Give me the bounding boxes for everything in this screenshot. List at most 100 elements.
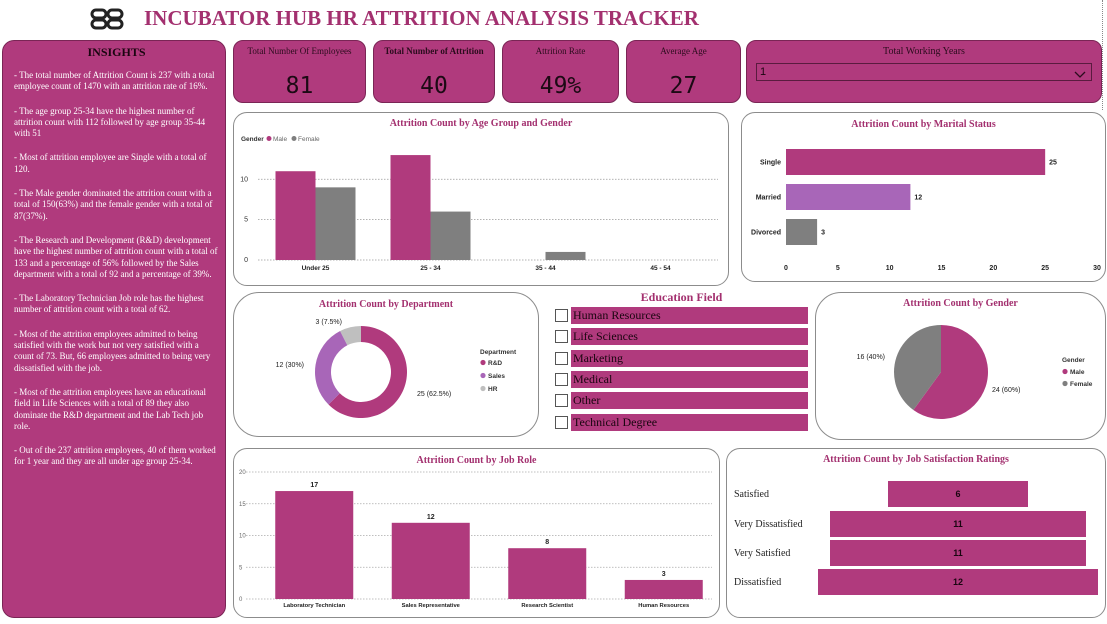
y-tick-label: 0 [244,257,248,264]
funnel-category-label: Satisfied [734,489,769,500]
job-role-chart-card: Attrition Count by Job Role 0 5 10 15 20 17 La… [233,448,720,618]
legend-label: HR [488,386,498,393]
data-label: 3 (7.5%) [316,319,342,326]
funnel-category-label: Very Dissatisfied [734,519,803,530]
x-tick-label: 35 - 44 [535,265,556,272]
dropdown-value: 1 [760,66,767,78]
education-option[interactable]: Human Resources [555,307,808,324]
x-tick-label: Sales Representative [402,603,461,609]
legend-label: Female [298,136,320,143]
checkbox[interactable] [555,394,568,408]
bar-female [430,211,471,260]
y-tick-label: 5 [244,217,248,224]
insight-item: - The total number of Attrition Count is… [14,70,215,92]
funnel-bar: 11 [829,511,1087,537]
legend-label: Sales [488,373,505,380]
slicer-label: Total Working Years [883,46,965,57]
data-label: 12 [914,195,922,202]
x-tick-label: Research Scientist [521,603,573,609]
education-option[interactable]: Life Sciences [555,328,808,346]
insight-item: - Out of the 237 attrition employees, 40… [14,445,216,467]
y-tick-label: 0 [239,597,243,603]
data-label: 8 [545,539,549,546]
bar-male [390,155,431,260]
marital-chart-card: Attrition Count by Marital Status Single… [741,112,1106,282]
x-tick-label: 5 [836,265,840,272]
legend-swatch [480,359,486,366]
marital-chart: Single 25Married 12Divorced 30 5 10 15 20 25 30 [751,149,1101,272]
kpi-value: 40 [420,73,448,99]
working-years-slicer: Total Working Years 1 [746,40,1102,103]
kpi-value: 27 [669,73,698,99]
bar [275,491,354,599]
bar-female [545,251,586,260]
legend-title: Gender [241,136,264,143]
legend-title: Department [480,349,517,356]
working-years-dropdown[interactable]: 1 [756,63,1092,81]
education-option[interactable]: Marketing [555,349,808,367]
donut-slice [315,331,348,405]
checkbox[interactable] [555,372,568,386]
data-label: 3 [821,230,825,237]
x-tick-label: Human Resources [638,603,689,609]
y-tick-label: 5 [239,565,243,571]
chevron-down-icon [1074,67,1086,85]
education-option-label: Other [571,392,808,410]
y-tick-label: 10 [239,534,246,540]
education-option[interactable]: Medical [555,370,808,388]
bar [391,522,470,599]
bar-male [275,171,316,260]
education-field-title: Education Field [640,290,723,304]
checkbox[interactable] [555,330,568,344]
checkbox[interactable] [555,351,568,365]
kpi-value: 81 [285,73,314,99]
bar [624,579,703,599]
kpi-label: Total Number of Attrition [384,46,484,56]
insight-item: - The Male gender dominated the attritio… [14,188,213,221]
kpi-label: Total Number Of Employees [247,46,352,56]
education-option-label: Technical Degree [571,413,808,431]
y-tick-label: Married [756,195,781,202]
education-option-label: Marketing [571,349,808,367]
legend-swatch [480,372,486,379]
education-option[interactable]: Technical Degree [555,413,808,431]
legend-swatch [1062,368,1068,375]
funnel-category-label: Dissatisfied [734,577,782,588]
kpi-value: 49% [539,73,582,99]
data-label: 12 (30%) [276,362,304,369]
insight-item: - The age group 25-34 have the highest n… [14,105,206,139]
y-tick-label: Divorced [751,230,781,237]
legend-label: Female [1070,381,1093,388]
data-label: 3 [662,571,666,578]
bar [508,548,587,599]
insights-panel: INSIGHTS - The total number of Attrition… [2,40,226,618]
gender-chart-card: Attrition Count by Gender 24 (60%) 16 (40… [815,292,1106,440]
x-tick-label: 20 [989,265,997,272]
kpi-total-employees: Total Number Of Employees 81 [233,40,366,103]
legend-swatch [480,385,486,392]
y-tick-label: 20 [239,470,246,476]
x-tick-label: Under 25 [302,265,330,272]
insights-heading: INSIGHTS [87,45,146,59]
department-chart-card: Attrition Count by Department 25 (62.5%)… [233,292,539,437]
education-option[interactable]: Other [555,392,808,410]
gender-chart: 24 (60%) 16 (40%) Gender Male Female [857,325,1093,419]
insight-item: - The Research and Development (R&D) dev… [14,234,218,279]
legend-swatch [266,136,272,141]
chart-title: Attrition Count by Job Satisfaction Rati… [823,454,1009,465]
app-logo [90,8,126,30]
x-tick-label: 25 [1041,265,1049,272]
checkbox[interactable] [555,309,568,322]
data-label: 25 [1049,160,1057,167]
kpi-label: Average Age [660,46,707,56]
funnel-category-label: Very Satisfied [734,548,791,559]
data-label: 16 (40%) [857,354,885,361]
y-tick-label: 15 [239,502,246,508]
job-role-chart: 0 5 10 15 20 17 Laboratory Technician 12 Sales R… [239,470,712,609]
legend-swatch [1062,380,1068,387]
insight-item: - The Laboratory Technician Job role has… [14,293,204,315]
legend-label: R&D [488,360,502,367]
legend-label: Male [1070,369,1085,376]
checkbox[interactable] [555,415,568,429]
insight-item: - Most of the attrition employees admitt… [14,328,211,373]
